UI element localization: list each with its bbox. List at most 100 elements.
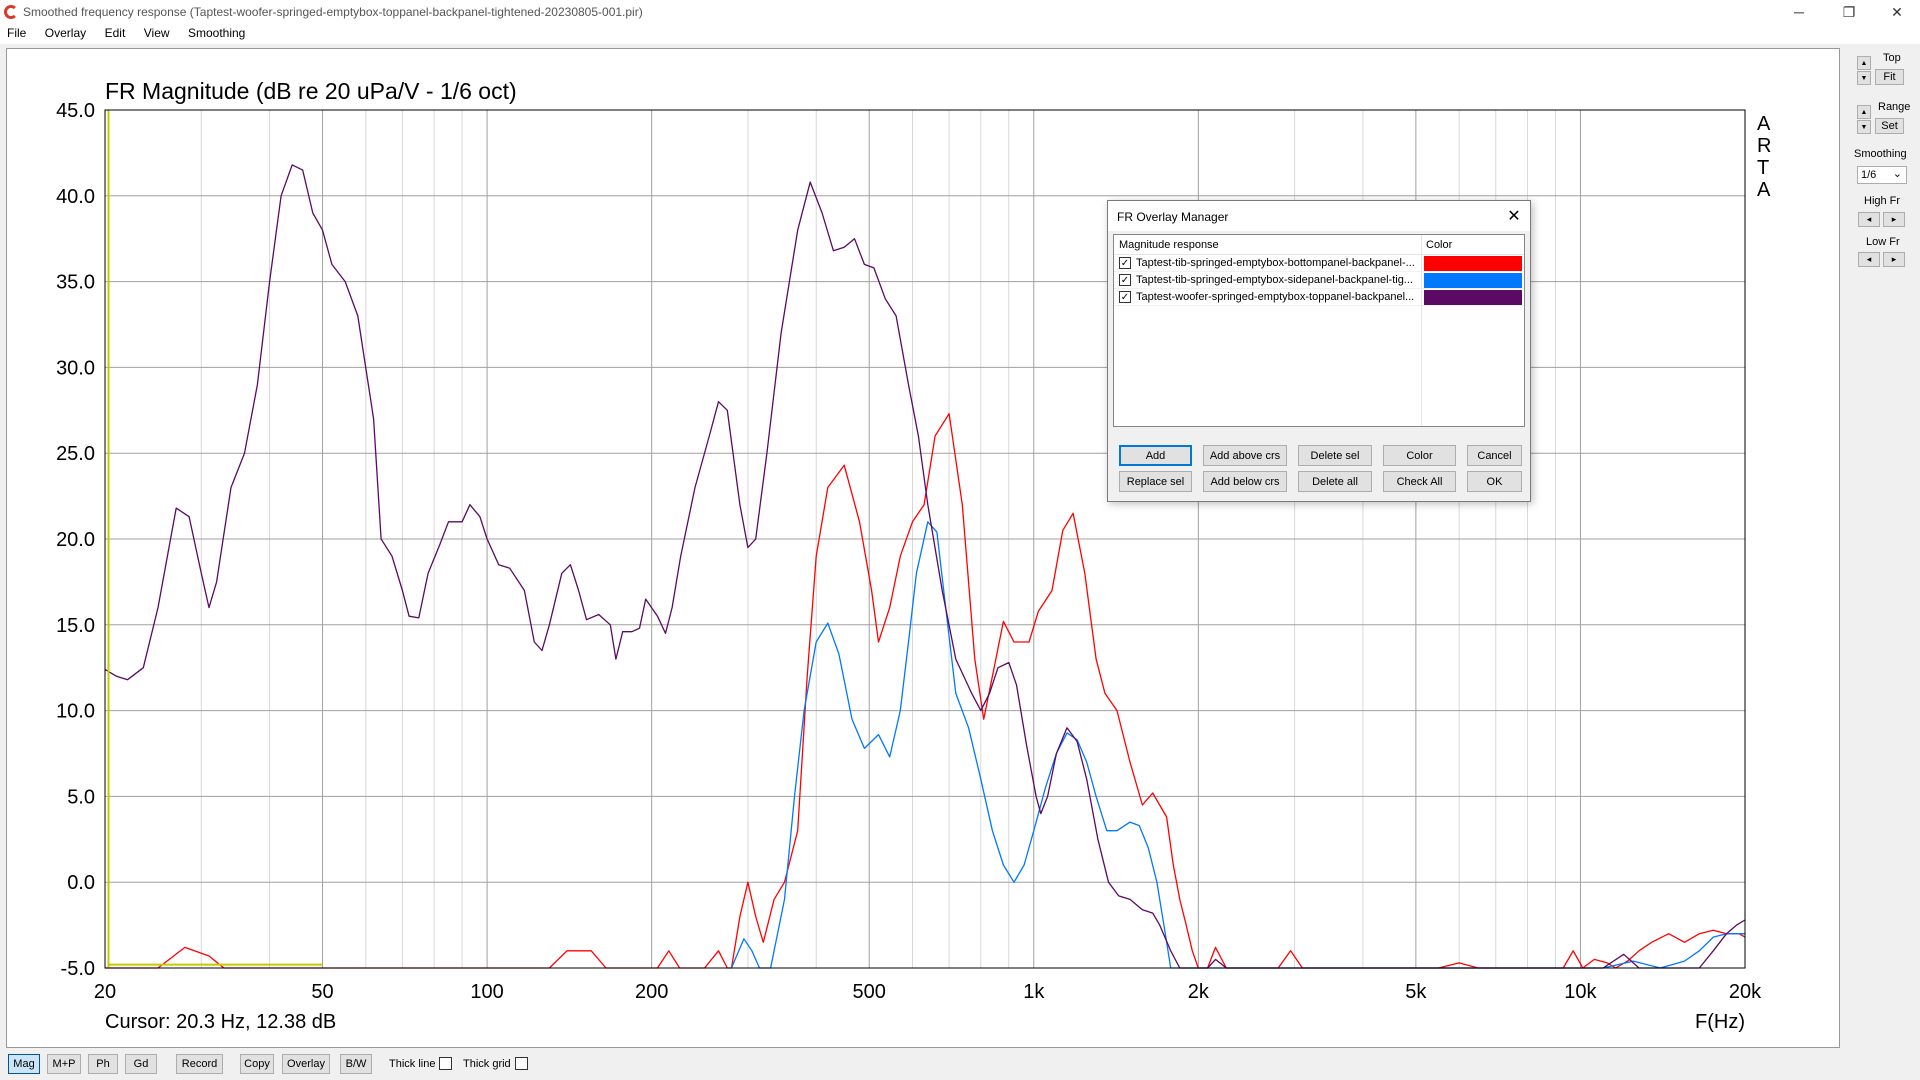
high-fr-label: High Fr: [1864, 195, 1901, 207]
replace-sel-button[interactable]: Replace sel: [1119, 471, 1192, 492]
copy-button[interactable]: Copy: [240, 1054, 274, 1074]
overlay-button[interactable]: Overlay: [282, 1054, 330, 1074]
column-header-magnitude[interactable]: Magnitude response: [1119, 239, 1219, 251]
check-all-button[interactable]: Check All: [1383, 471, 1456, 492]
range-up-arrow-icon[interactable]: ▲: [1857, 105, 1871, 119]
low-fr-left-arrow-icon[interactable]: ◂: [1858, 252, 1880, 267]
y-tick-label: 35.0: [56, 272, 95, 294]
y-tick-label: 40.0: [56, 186, 95, 208]
smoothing-value: 1/6: [1861, 169, 1877, 181]
minimize-button[interactable]: ─: [1776, 0, 1822, 24]
window-titlebar: Smoothed frequency response (Taptest-woo…: [0, 0, 1920, 24]
menu-overlay[interactable]: Overlay: [38, 24, 93, 42]
delete-all-button[interactable]: Delete all: [1298, 471, 1372, 492]
overlay-list[interactable]: Magnitude response Color ✓ Taptest-tib-s…: [1113, 234, 1525, 427]
thick-line-checkbox[interactable]: [439, 1057, 453, 1070]
overlay-checkbox[interactable]: ✓: [1119, 274, 1131, 286]
frequency-response-chart[interactable]: FR Magnitude (dB re 20 uPa/V - 1/6 oct) …: [7, 49, 1839, 1047]
menu-view[interactable]: View: [137, 24, 177, 42]
x-tick-label: 20: [94, 981, 116, 1003]
arta-app-icon: [4, 5, 18, 19]
x-tick-label: 2k: [1188, 981, 1210, 1003]
thick-grid-option[interactable]: Thick grid: [463, 1057, 528, 1070]
x-tick-label: 20k: [1729, 981, 1762, 1003]
bottom-toolbar: Mag M+P Ph Gd Record Copy Overlay B/W Th…: [0, 1050, 1920, 1080]
x-tick-label: 100: [470, 981, 503, 1003]
y-tick-label: 30.0: [56, 357, 95, 379]
overlay-name: Taptest-tib-springed-emptybox-sidepanel-…: [1136, 274, 1413, 286]
top-up-arrow-icon[interactable]: ▲: [1857, 56, 1871, 70]
x-tick-label: 5k: [1405, 981, 1427, 1003]
y-tick-label: 45.0: [56, 100, 95, 122]
right-control-panel: ▲ ▼ Top Fit ▲ ▼ Range Set Smoothing 1/6 …: [1842, 48, 1920, 1048]
menu-file[interactable]: File: [0, 24, 33, 42]
dialog-close-icon[interactable]: ✕: [1504, 206, 1524, 226]
overlay-name: Taptest-woofer-springed-emptybox-toppane…: [1136, 291, 1415, 303]
x-tick-label: 200: [635, 981, 668, 1003]
range-label: Range: [1878, 101, 1911, 113]
color-button[interactable]: Color: [1383, 445, 1456, 466]
restore-button[interactable]: ❐: [1826, 0, 1872, 24]
overlay-color-swatch[interactable]: [1424, 256, 1522, 271]
thick-grid-label: Thick grid: [463, 1057, 511, 1070]
x-axis-label: F(Hz): [1695, 1011, 1745, 1033]
range-down-arrow-icon[interactable]: ▼: [1857, 120, 1871, 134]
low-fr-right-arrow-icon[interactable]: ▸: [1883, 252, 1905, 267]
thick-grid-checkbox[interactable]: [514, 1057, 528, 1070]
add-below-crs-button[interactable]: Add below crs: [1203, 471, 1287, 492]
plot-area[interactable]: FR Magnitude (dB re 20 uPa/V - 1/6 oct) …: [6, 48, 1840, 1048]
top-down-arrow-icon[interactable]: ▼: [1857, 71, 1871, 85]
smoothing-select[interactable]: 1/6 ⌄: [1857, 166, 1907, 184]
fit-button[interactable]: Fit: [1875, 69, 1904, 85]
gd-button[interactable]: Gd: [125, 1054, 157, 1074]
x-tick-label: 1k: [1023, 981, 1045, 1003]
cancel-button[interactable]: Cancel: [1467, 445, 1522, 466]
high-fr-left-arrow-icon[interactable]: ◂: [1858, 212, 1880, 227]
column-header-color[interactable]: Color: [1426, 239, 1452, 251]
mag-button[interactable]: Mag: [8, 1054, 40, 1074]
close-button[interactable]: ✕: [1874, 0, 1920, 24]
ph-button[interactable]: Ph: [88, 1054, 118, 1074]
high-fr-right-arrow-icon[interactable]: ▸: [1883, 212, 1905, 227]
top-label: Top: [1883, 52, 1901, 64]
overlay-row[interactable]: ✓ Taptest-woofer-springed-emptybox-toppa…: [1114, 289, 1524, 306]
mp-button[interactable]: M+P: [47, 1054, 81, 1074]
delete-sel-button[interactable]: Delete sel: [1298, 445, 1372, 466]
brand-letter: R: [1757, 135, 1771, 157]
y-tick-labels: 45.0 40.0 35.0 30.0 25.0 20.0 15.0 10.0 5.0 0.0 -5…: [56, 100, 95, 980]
menu-edit[interactable]: Edit: [98, 24, 133, 42]
brand-letter: A: [1757, 113, 1771, 135]
y-tick-label: 10.0: [56, 701, 95, 723]
overlay-list-header: Magnitude response Color: [1114, 235, 1524, 255]
add-button[interactable]: Add: [1119, 445, 1192, 466]
y-tick-label: 0.0: [67, 872, 95, 894]
chart-title: FR Magnitude (dB re 20 uPa/V - 1/6 oct): [105, 78, 517, 104]
y-tick-label: -5.0: [61, 958, 95, 980]
overlay-checkbox[interactable]: ✓: [1119, 257, 1131, 269]
brand-letter: A: [1757, 179, 1771, 201]
x-tick-labels: 20 50 100 200 500 1k 2k 5k 10k 20k: [94, 981, 1762, 1003]
y-tick-label: 20.0: [56, 529, 95, 551]
overlay-row[interactable]: ✓ Taptest-tib-springed-emptybox-sidepane…: [1114, 272, 1524, 289]
overlay-checkbox[interactable]: ✓: [1119, 291, 1131, 303]
y-tick-label: 25.0: [56, 443, 95, 465]
overlay-row[interactable]: ✓ Taptest-tib-springed-emptybox-bottompa…: [1114, 255, 1524, 272]
dialog-titlebar: FR Overlay Manager ✕: [1108, 201, 1530, 231]
menu-smoothing[interactable]: Smoothing: [181, 24, 252, 42]
dialog-title: FR Overlay Manager: [1117, 210, 1229, 224]
bw-button[interactable]: B/W: [340, 1054, 372, 1074]
smoothing-label: Smoothing: [1854, 148, 1907, 160]
add-above-crs-button[interactable]: Add above crs: [1203, 445, 1287, 466]
y-tick-label: 15.0: [56, 615, 95, 637]
y-tick-label: 5.0: [67, 786, 95, 808]
thick-line-option[interactable]: Thick line: [389, 1057, 453, 1070]
record-button[interactable]: Record: [176, 1054, 223, 1074]
fr-overlay-manager-dialog: FR Overlay Manager ✕ Magnitude response …: [1107, 200, 1531, 502]
menu-bar: File Overlay Edit View Smoothing: [0, 24, 1920, 44]
set-button[interactable]: Set: [1875, 118, 1904, 134]
ok-button[interactable]: OK: [1467, 471, 1522, 492]
overlay-color-swatch[interactable]: [1424, 273, 1522, 288]
brand-letter: T: [1757, 157, 1769, 179]
low-fr-label: Low Fr: [1866, 236, 1900, 248]
overlay-color-swatch[interactable]: [1424, 290, 1522, 305]
